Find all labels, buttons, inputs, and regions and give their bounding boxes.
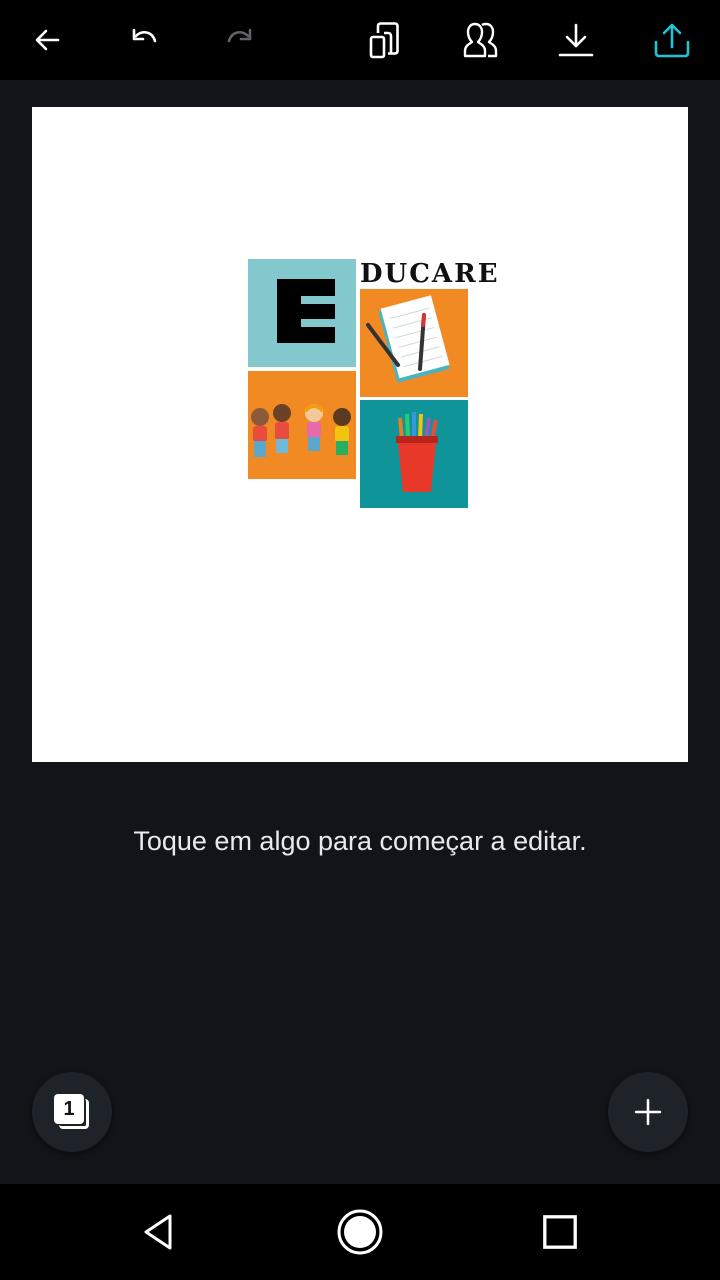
undo-button[interactable] [112, 8, 176, 72]
system-navigation-bar [0, 1184, 720, 1280]
back-button[interactable] [16, 8, 80, 72]
add-element-button[interactable] [608, 1072, 688, 1152]
download-button[interactable] [544, 8, 608, 72]
logo-tile-notebook [360, 289, 468, 397]
collaborate-button[interactable] [448, 8, 512, 72]
pages-button[interactable]: 1 [32, 1072, 112, 1152]
download-icon [558, 23, 594, 57]
top-toolbar [0, 0, 720, 80]
duplicate-button[interactable] [352, 8, 416, 72]
nav-recents-button[interactable] [532, 1204, 588, 1260]
nav-home-icon [337, 1209, 383, 1255]
redo-button[interactable] [208, 8, 272, 72]
logo-tile-kids [248, 371, 356, 479]
logo-text: DUCARE [360, 259, 500, 289]
pencil-cup-illustration [396, 412, 438, 492]
editing-hint: Toque em algo para começar a editar. [133, 826, 587, 856]
duplicate-icon [369, 22, 399, 59]
design-canvas[interactable]: DUCARE [32, 107, 688, 762]
redo-icon [227, 28, 252, 43]
share-upload-icon [654, 23, 690, 58]
share-button[interactable] [640, 8, 704, 72]
notebook-illustration [366, 295, 450, 383]
arrow-left-icon [35, 29, 60, 51]
collaborate-icon [463, 22, 498, 58]
nav-recents-icon [543, 1215, 577, 1249]
nav-back-button[interactable] [132, 1204, 188, 1260]
logo-tile-pencil-cup [360, 400, 468, 508]
page-count-badge: 1 [54, 1094, 84, 1124]
nav-back-icon [144, 1214, 172, 1250]
undo-icon [132, 28, 157, 43]
editor-screen: DUCARE Toque em algo para começar a edit… [0, 0, 720, 1280]
kids-illustration [251, 404, 351, 457]
logo-tile-letter [248, 259, 356, 367]
educare-logo[interactable]: DUCARE [248, 257, 512, 511]
nav-home-button[interactable] [332, 1204, 388, 1260]
plus-icon [634, 1098, 662, 1126]
letter-e-graphic [277, 279, 335, 343]
